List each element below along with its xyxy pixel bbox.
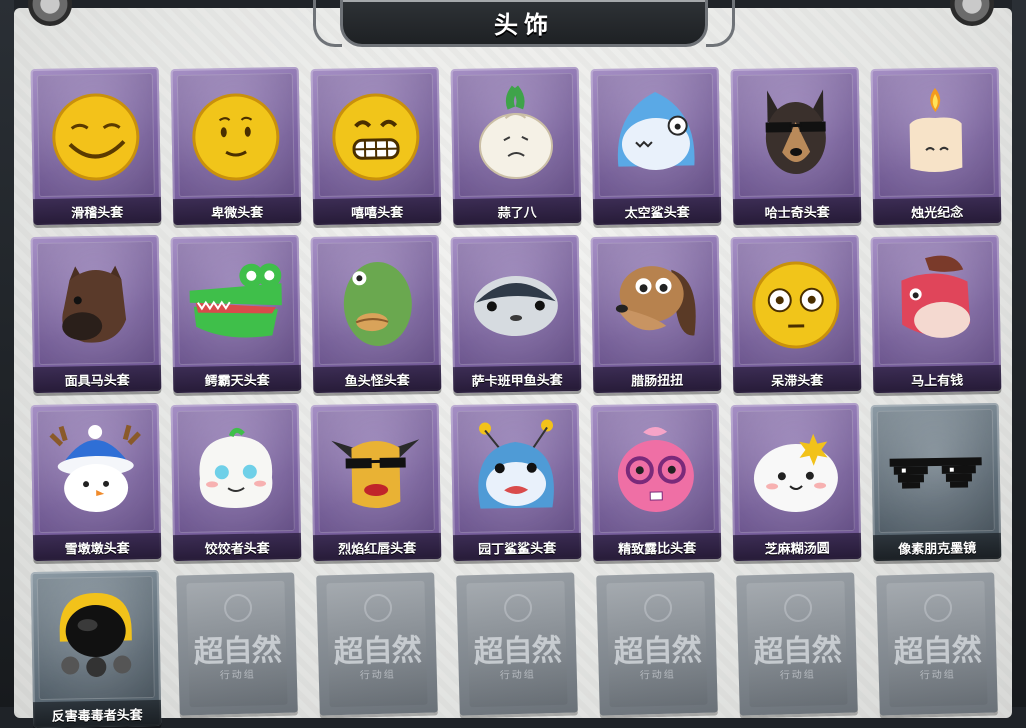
- item-label: 腊肠扭扭: [631, 369, 683, 389]
- locked-slot: 超自然 行动组: [456, 572, 578, 715]
- item-card-garlic[interactable]: 蒜了八: [451, 67, 582, 225]
- seal-icon: [364, 594, 393, 623]
- locked-slot: 超自然 行动组: [736, 572, 858, 715]
- garlic-mask-icon: [465, 81, 567, 183]
- seal-icon: [644, 594, 673, 623]
- item-card-dachshund[interactable]: 腊肠扭扭: [591, 235, 722, 393]
- watermark-subtext: 行动组: [459, 664, 577, 682]
- crocodile-mask-icon: [185, 249, 287, 351]
- watermark-subtext: 行动组: [599, 664, 717, 682]
- item-card-tangyuan[interactable]: 芝麻糊汤圆: [731, 403, 862, 561]
- dumpling-mask-icon: [185, 417, 287, 519]
- grin-emoji-mask-icon: [325, 81, 427, 183]
- item-label: 嘻嘻头套: [351, 201, 403, 221]
- item-card-dumpling[interactable]: 饺饺者头套: [171, 403, 302, 561]
- yellow-lips-mask-icon: [325, 417, 427, 519]
- title-banner: 头饰: [340, 0, 708, 47]
- candle-mask-icon: [885, 81, 987, 183]
- item-label: 烛光纪念: [911, 201, 963, 221]
- sacabambaspis-mask-icon: [465, 249, 567, 351]
- item-card-stare[interactable]: 呆滞头套: [731, 235, 862, 393]
- item-card-pink-beaver[interactable]: 精致露比头套: [591, 403, 722, 561]
- item-card-yellow-lips[interactable]: 烈焰红唇头套: [311, 403, 442, 561]
- seal-icon: [504, 594, 533, 623]
- item-label: 蒜了八: [497, 201, 536, 221]
- item-card-gardener-shark[interactable]: 园丁鲨鲨头套: [451, 403, 582, 561]
- tangyuan-mask-icon: [745, 417, 847, 519]
- gas-mask-helmet-icon: [45, 584, 147, 686]
- item-label: 哈士奇头套: [764, 201, 829, 221]
- pixel-sunglasses-icon: [885, 417, 987, 519]
- item-card-space-shark[interactable]: 太空鲨头套: [591, 67, 722, 225]
- fishhead-mask-icon: [325, 249, 427, 351]
- item-label: 鳄霸天头套: [204, 369, 269, 389]
- husky-mask-icon: [745, 81, 847, 183]
- page-title: 头饰: [494, 5, 554, 40]
- smirk-emoji-mask-icon: [45, 81, 147, 183]
- horse-mask-icon: [45, 249, 147, 351]
- item-label: 饺饺者头套: [204, 537, 269, 557]
- item-card-snowman[interactable]: 雪墩墩头套: [31, 403, 162, 561]
- pink-beaver-mask-icon: [605, 417, 707, 519]
- item-label: 太空鲨头套: [624, 201, 689, 221]
- item-label: 像素朋克墨镜: [898, 537, 976, 557]
- locked-slot: 超自然 行动组: [876, 572, 998, 715]
- seal-icon: [224, 594, 253, 623]
- item-card-horse[interactable]: 面具马头套: [31, 235, 162, 393]
- item-card-timid[interactable]: 卑微头套: [171, 67, 302, 225]
- item-label: 雪墩墩头套: [64, 537, 129, 557]
- item-label: 马上有钱: [911, 369, 963, 389]
- dachshund-mask-icon: [605, 249, 707, 351]
- watermark-subtext: 行动组: [739, 664, 857, 682]
- seal-icon: [924, 594, 953, 623]
- watermark-subtext: 行动组: [179, 664, 297, 682]
- item-label: 面具马头套: [64, 369, 129, 389]
- item-card-grin[interactable]: 嘻嘻头套: [311, 67, 442, 225]
- item-label: 卑微头套: [211, 201, 263, 221]
- right-frame: [1012, 0, 1026, 707]
- item-label: 精致露比头套: [618, 537, 696, 557]
- item-label: 芝麻糊汤圆: [764, 537, 829, 557]
- item-card-candle[interactable]: 烛光纪念: [871, 67, 1002, 225]
- item-card-fishhead[interactable]: 鱼头怪头套: [311, 235, 442, 393]
- item-label: 鱼头怪头套: [344, 369, 409, 389]
- locked-slot: 超自然 行动组: [316, 572, 438, 715]
- space-shark-mask-icon: [605, 81, 707, 183]
- item-card-gas-mask[interactable]: 反害毒毒者头套: [31, 570, 162, 728]
- watermark-subtext: 行动组: [319, 664, 437, 682]
- item-label: 滑稽头套: [71, 201, 123, 221]
- gardener-shark-mask-icon: [465, 417, 567, 519]
- seal-icon: [784, 594, 813, 623]
- watermark-subtext: 行动组: [879, 664, 997, 682]
- item-label: 呆滞头套: [771, 369, 823, 389]
- locked-slot: 超自然 行动组: [596, 572, 718, 715]
- item-label: 烈焰红唇头套: [338, 537, 416, 557]
- item-card-pink-horse[interactable]: 马上有钱: [871, 235, 1002, 393]
- item-label: 园丁鲨鲨头套: [478, 537, 556, 557]
- item-card-smirk[interactable]: 滑稽头套: [31, 67, 162, 225]
- left-frame: [0, 0, 14, 707]
- locked-slot: 超自然 行动组: [176, 572, 298, 715]
- item-card-pixel-sunglasses[interactable]: 像素朋克墨镜: [871, 403, 1002, 561]
- item-card-husky[interactable]: 哈士奇头套: [731, 67, 862, 225]
- item-card-sacabambaspis[interactable]: 萨卡班甲鱼头套: [451, 235, 582, 393]
- item-label: 萨卡班甲鱼头套: [471, 369, 562, 390]
- timid-emoji-mask-icon: [185, 81, 287, 183]
- item-card-crocodile[interactable]: 鳄霸天头套: [171, 235, 302, 393]
- stare-emoji-mask-icon: [745, 249, 847, 351]
- snowman-mask-icon: [45, 417, 147, 519]
- pink-horse-mask-icon: [885, 249, 987, 351]
